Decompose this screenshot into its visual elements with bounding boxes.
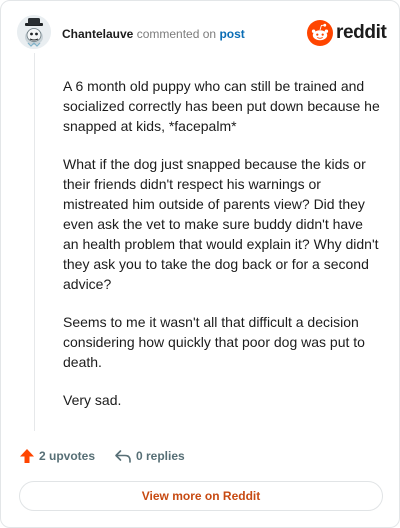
comment-embed-card: Chantelauve commented on post reddit A 6… [0,0,400,528]
comment-paragraph: Very sad. [63,392,122,408]
comment-paragraph: A 6 month old puppy who can still be tra… [63,78,380,134]
comment-meta: Chantelauve commented on post [62,26,245,42]
reply-arrow-icon [115,450,131,463]
thread-line [34,53,35,431]
comment-paragraph: What if the dog just snapped because the… [63,156,379,292]
avatar-icon[interactable] [17,15,51,49]
upvote-arrow-icon [20,449,34,463]
post-link[interactable]: post [219,27,244,41]
reddit-wordmark: reddit [336,22,387,43]
reddit-snoo-icon [307,20,333,46]
comment-header: Chantelauve commented on post reddit [17,15,387,53]
upvote-stat[interactable]: 2 upvotes [19,446,95,466]
view-more-label: View more on Reddit [141,489,261,503]
upvote-count: 2 upvotes [39,449,96,463]
view-more-button[interactable]: View more on Reddit [19,481,383,511]
comment-body: A 6 month old puppy who can still be tra… [63,76,381,428]
reply-stat[interactable]: 0 replies [114,446,185,466]
reply-count: 0 replies [136,449,185,463]
reddit-logo[interactable]: reddit [307,20,387,46]
action-text: commented on [136,27,217,41]
username-link[interactable]: Chantelauve [62,27,133,41]
comment-paragraph: Seems to me it wasn't all that difficult… [63,314,365,370]
